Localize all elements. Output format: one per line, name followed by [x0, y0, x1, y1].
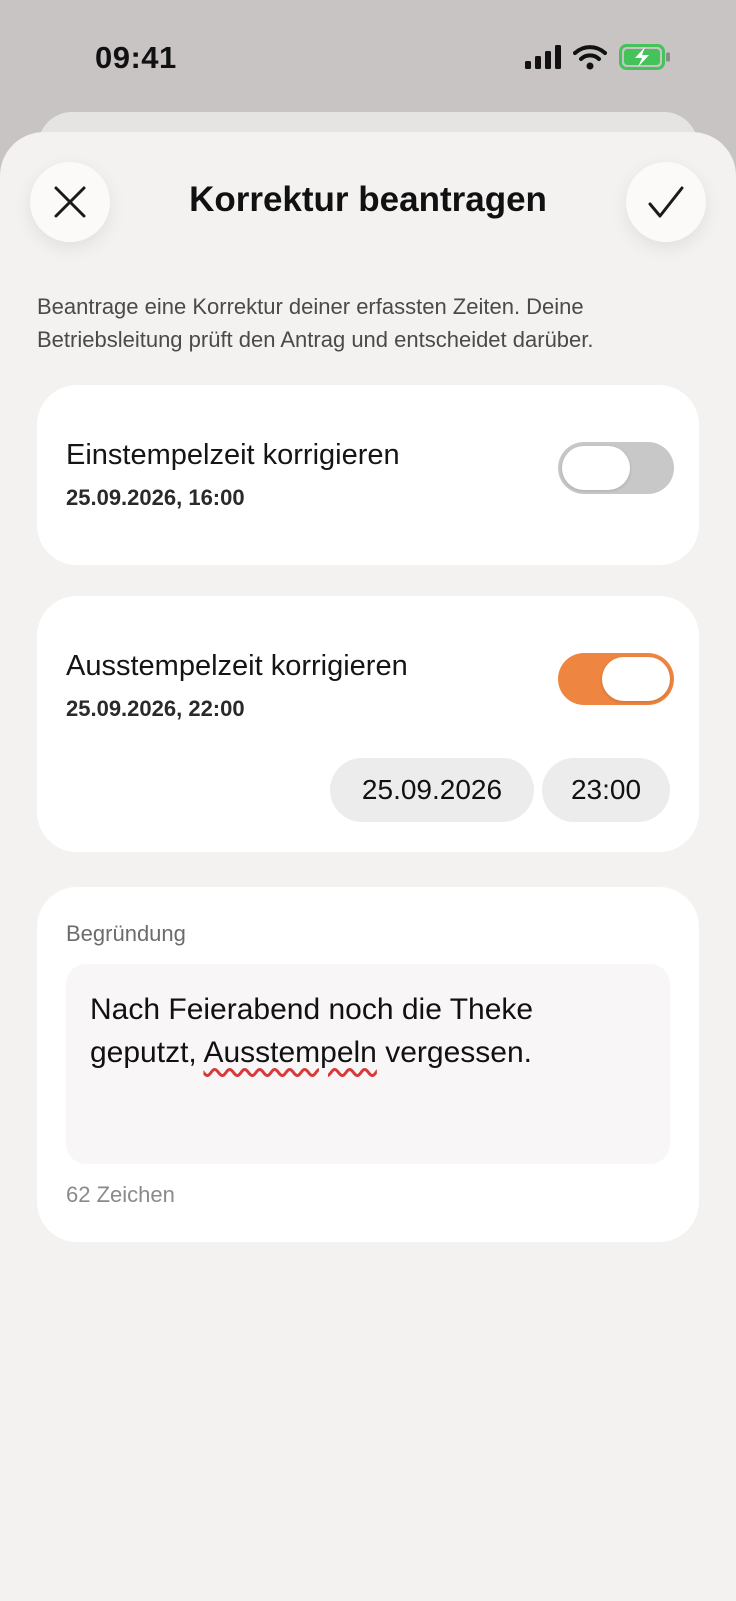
- toggle-knob: [562, 446, 630, 490]
- misspelled-word: Ausstempeln: [203, 1036, 377, 1069]
- signal-icon: [525, 45, 561, 69]
- status-bar: 09:41: [0, 0, 736, 110]
- checkmark-icon: [648, 186, 684, 218]
- clock-in-card: Einstempelzeit korrigieren 25.09.2026, 1…: [37, 385, 699, 565]
- clock-out-timestamp: 25.09.2026, 22:00: [66, 696, 245, 721]
- reason-card: Begründung Nach Feierabend noch die Thek…: [37, 887, 699, 1242]
- confirm-button[interactable]: [626, 162, 706, 242]
- clock-out-title: Ausstempelzeit korrigieren: [66, 650, 408, 682]
- battery-charging-icon: [619, 44, 670, 70]
- reason-label: Begründung: [66, 921, 186, 946]
- clock-out-toggle[interactable]: [558, 653, 674, 705]
- status-time: 09:41: [95, 40, 177, 75]
- clock-in-title: Einstempelzeit korrigieren: [66, 439, 400, 471]
- wifi-icon: [573, 45, 607, 70]
- reason-text-part: vergessen.: [376, 1036, 532, 1069]
- status-icons: [525, 44, 671, 70]
- clock-out-card: Ausstempelzeit korrigieren 25.09.2026, 2…: [37, 596, 699, 852]
- clock-in-toggle[interactable]: [558, 442, 674, 494]
- correction-sheet: Korrektur beantragen Beantrage eine Korr…: [0, 132, 736, 1601]
- reason-textarea[interactable]: Nach Feierabend noch die Theke geputzt, …: [66, 964, 670, 1164]
- time-picker[interactable]: 23:00: [542, 758, 670, 822]
- date-picker[interactable]: 25.09.2026: [330, 758, 534, 822]
- clock-in-timestamp: 25.09.2026, 16:00: [66, 485, 245, 510]
- character-count: 62 Zeichen: [66, 1182, 175, 1207]
- toggle-knob: [602, 657, 670, 701]
- intro-text: Beantrage eine Korrektur deiner erfasste…: [37, 294, 594, 352]
